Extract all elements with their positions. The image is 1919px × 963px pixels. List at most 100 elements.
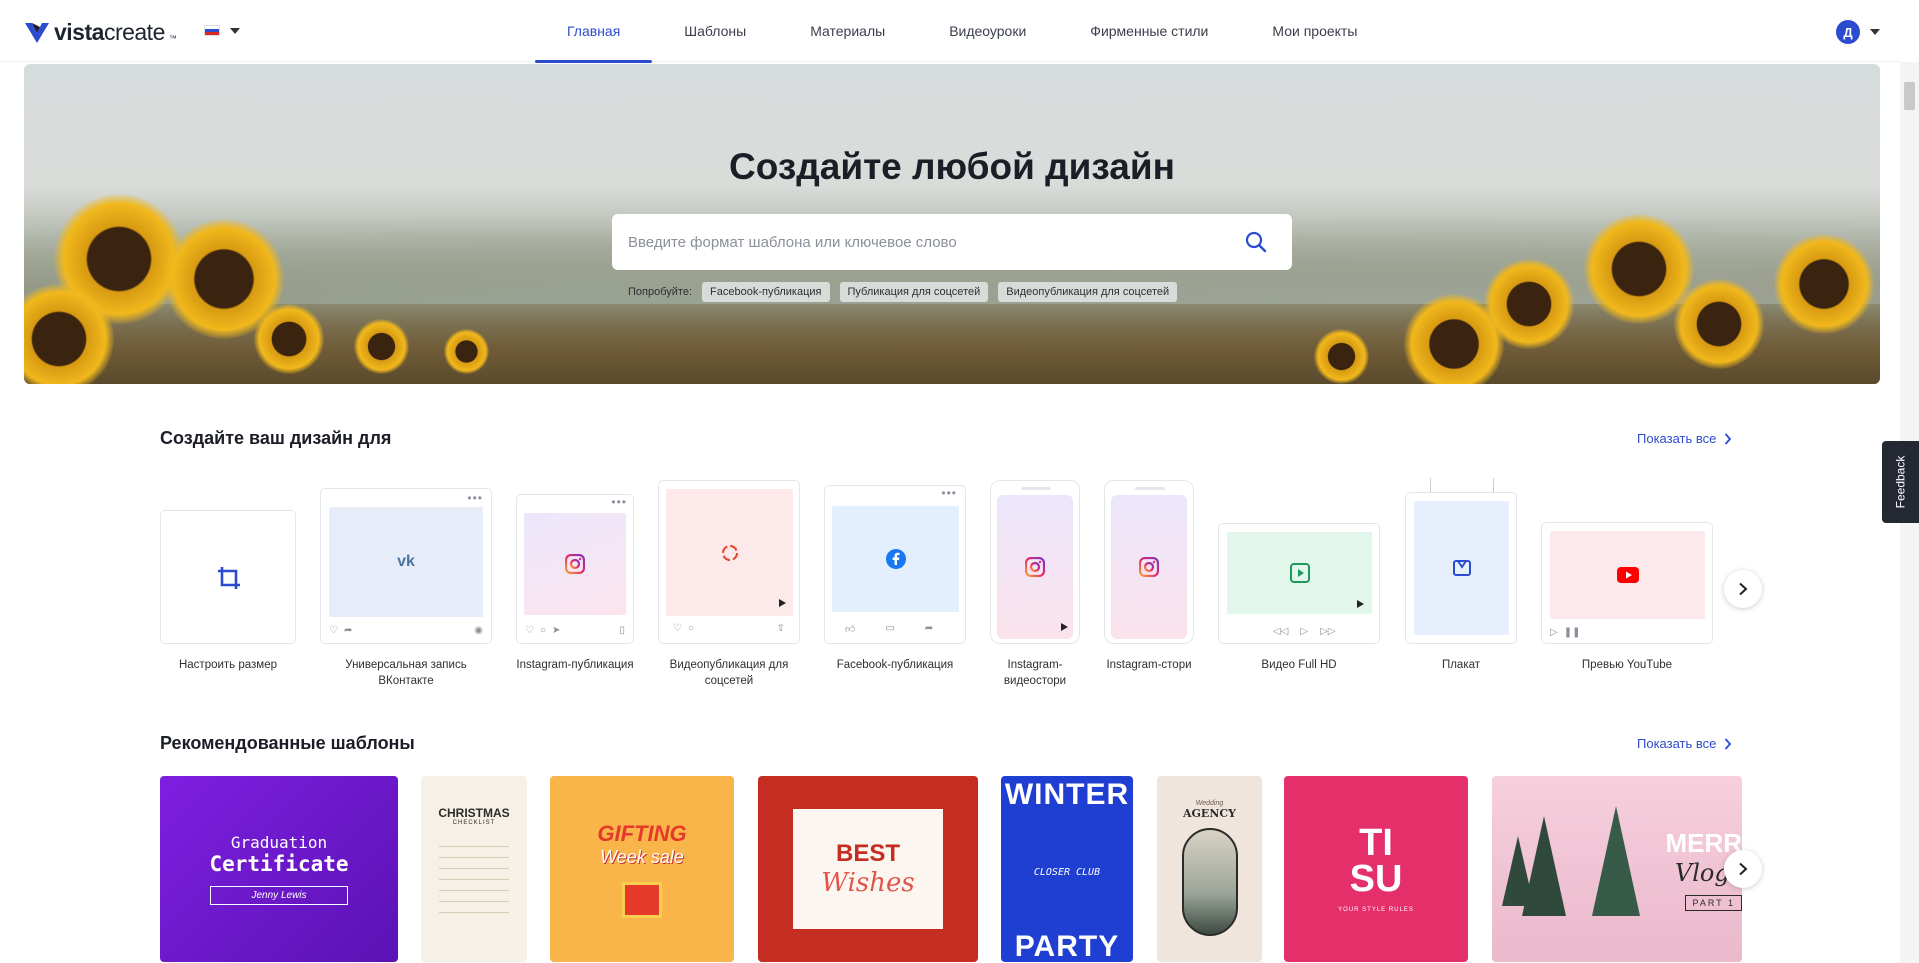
nav-item-tutorials[interactable]: Видеоуроки [917, 0, 1058, 62]
template-card-inner: BEST Wishes [793, 809, 943, 929]
nav-item-home[interactable]: Главная [535, 0, 653, 63]
formats-show-all-link[interactable]: Показать все [1637, 431, 1732, 446]
facebook-icon [885, 549, 906, 569]
chevron-right-icon [1725, 432, 1732, 445]
sunflower-decoration [354, 319, 409, 374]
share-cycle-icon [721, 544, 738, 561]
russian-flag-icon [204, 25, 220, 36]
comment-icon: ○ [539, 625, 547, 636]
format-label: Настроить размер [178, 659, 278, 671]
template-subtitle: SU [1349, 858, 1403, 900]
heart-icon: ♡ [525, 625, 534, 636]
suggestion-chip[interactable]: Facebook-публикация [702, 282, 830, 302]
template-wedding-agency[interactable]: Wedding AGENCY [1157, 776, 1262, 962]
show-all-label: Показать все [1637, 431, 1717, 446]
play-icon: ▷ [1300, 626, 1309, 637]
template-subtitle: Wishes [821, 868, 915, 898]
search-icon[interactable] [1244, 230, 1268, 254]
sunflower-decoration [1774, 234, 1874, 334]
search-placeholder: Введите формат шаблона или ключевое слов… [628, 233, 957, 251]
format-label: Видео Full HD [1261, 659, 1337, 671]
chevron-down-icon [1870, 29, 1880, 35]
format-label: Плакат [1441, 659, 1481, 671]
sunflower-decoration [254, 304, 324, 374]
template-footer: PARTY [1014, 930, 1120, 962]
format-preview [1111, 495, 1187, 639]
sunflower-decoration [1674, 279, 1764, 369]
format-preview: vk [329, 507, 483, 617]
template-graduation-certificate[interactable]: Graduation Certificate Jenny Lewis [160, 776, 398, 962]
chevron-right-icon [1739, 862, 1748, 876]
more-icon: ••• [941, 486, 957, 500]
phone-notch [1021, 487, 1051, 490]
vk-icon: vk [397, 553, 415, 570]
chevron-right-icon [1739, 582, 1748, 596]
bookmark-icon: ▯ [619, 625, 625, 636]
template-subtitle: AGENCY [1183, 807, 1236, 820]
rewind-icon: ◁◁ [1273, 626, 1289, 637]
feedback-button[interactable]: Feedback [1882, 441, 1919, 523]
pause-icon: ❚❚ [1563, 627, 1581, 638]
user-menu[interactable]: Д [1836, 20, 1880, 44]
show-all-label: Показать все [1637, 736, 1717, 751]
instagram-icon [1025, 557, 1045, 577]
suggestion-chip[interactable]: Публикация для соцсетей [839, 282, 989, 302]
post-actions: ♡ ➦ [329, 625, 352, 636]
format-label: Instagram-публикация [516, 659, 634, 671]
template-merry-vlogs[interactable]: MERR Vlogs PART 1 [1492, 776, 1742, 962]
nav-item-my-projects[interactable]: Мои проекты [1240, 0, 1389, 62]
format-label: Instagram-видеостори [1003, 659, 1067, 687]
template-subtitle: Certificate [209, 852, 349, 876]
template-best-wishes[interactable]: BEST Wishes [758, 776, 978, 962]
template-subtitle: CLOSER CLUB [1033, 866, 1101, 878]
template-tisu[interactable]: TI SU YOUR STYLE RULES [1284, 776, 1468, 962]
chevron-down-icon [230, 27, 240, 34]
play-icon [1061, 623, 1068, 631]
share-icon: ⇪ [776, 623, 785, 634]
main-nav: Главная Шаблоны Материалы Видеоуроки Фир… [535, 0, 1389, 63]
formats-next-button[interactable] [1724, 570, 1762, 608]
format-card [1104, 480, 1194, 644]
template-title: GIFTING [597, 820, 687, 846]
template-title: Graduation [230, 833, 328, 852]
template-subtitle: CHECKLIST [452, 820, 496, 826]
template-christmas-checklist[interactable]: CHRISTMAS CHECKLIST [421, 776, 527, 962]
format-preview [1414, 501, 1509, 635]
format-label: Универсальная запись ВКонтакте [345, 659, 467, 687]
heart-icon: ♡ [329, 625, 338, 636]
format-preview [1227, 532, 1372, 614]
eye-icon: ◉ [474, 625, 483, 636]
format-label: Instagram-стори [1106, 659, 1192, 671]
template-tagline: YOUR STYLE RULES [1338, 907, 1414, 913]
play-icon [1289, 563, 1310, 583]
template-title: Wedding [1195, 800, 1224, 807]
share-icon: ➦ [924, 623, 934, 634]
format-preview [1550, 531, 1705, 619]
like-icon: 👍︎ [845, 624, 856, 635]
template-gifting-week-sale[interactable]: GIFTING Week sale [550, 776, 734, 962]
format-card: ••• vk ♡ ➦ ◉ [320, 488, 492, 644]
more-icon: ••• [611, 495, 627, 509]
template-title: WINTER [1004, 778, 1130, 811]
poster-icon [1452, 560, 1471, 576]
template-winter-party[interactable]: WINTER CLOSER CLUB PARTY [1001, 776, 1133, 962]
suggestion-chip[interactable]: Видеопубликация для соцсетей [998, 282, 1178, 302]
templates-show-all-link[interactable]: Показать все [1637, 736, 1732, 751]
format-card [160, 510, 296, 644]
feedback-label: Feedback [1893, 455, 1908, 509]
nav-item-materials[interactable]: Материалы [778, 0, 917, 62]
format-preview [997, 495, 1073, 639]
nav-item-templates[interactable]: Шаблоны [652, 0, 778, 62]
format-card [990, 480, 1080, 644]
scrollbar-thumb[interactable] [1904, 82, 1915, 110]
format-label: Превью YouTube [1581, 659, 1673, 671]
vistacreate-logo[interactable]: vistacreate ™ [24, 19, 177, 46]
search-input[interactable]: Введите формат шаблона или ключевое слов… [612, 214, 1292, 270]
hero-banner: Создайте любой дизайн Введите формат шаб… [24, 64, 1880, 384]
templates-next-button[interactable] [1724, 850, 1762, 888]
format-preview [666, 489, 793, 616]
template-subtitle: Week sale [600, 846, 684, 867]
language-selector[interactable] [204, 25, 240, 36]
play-icon [1357, 600, 1364, 608]
nav-item-brand-kits[interactable]: Фирменные стили [1058, 0, 1240, 62]
